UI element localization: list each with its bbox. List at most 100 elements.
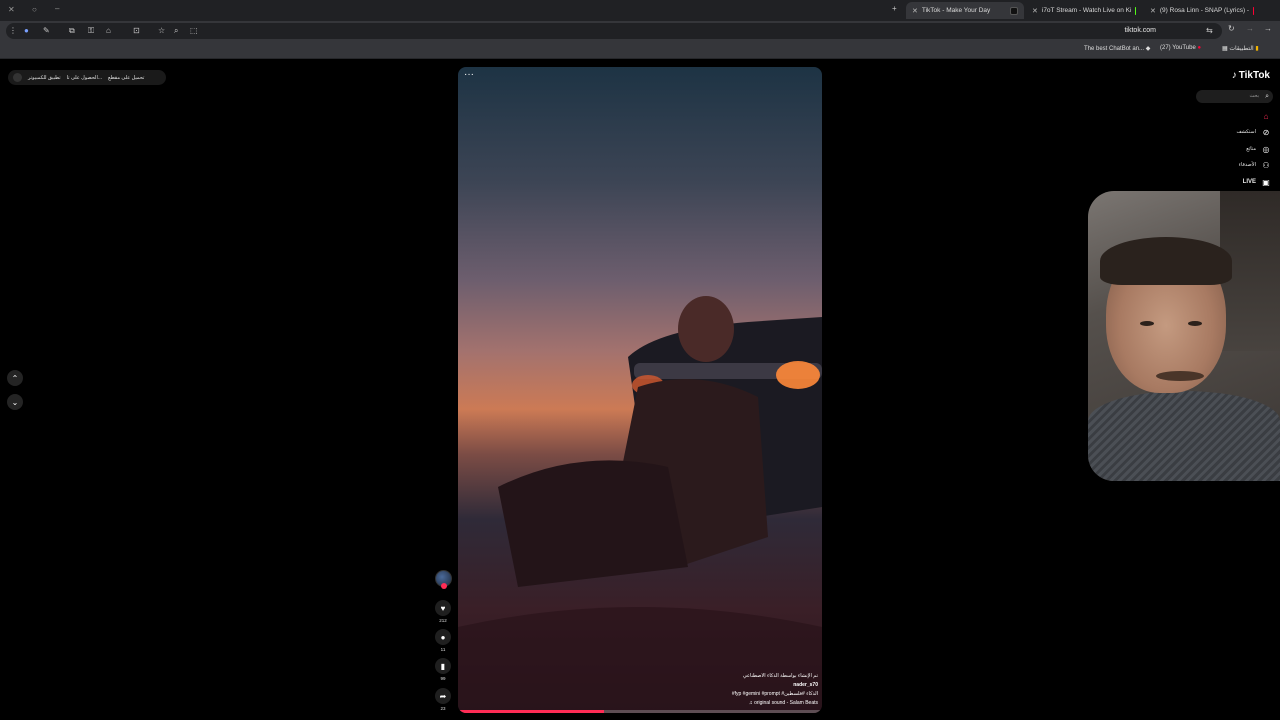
new-tab-icon[interactable]: + xyxy=(892,4,897,13)
reload-icon[interactable]: ↻ xyxy=(1228,24,1235,33)
follow-plus-icon[interactable] xyxy=(440,583,447,589)
tab-title: (9) Rosa Linn - SNAP (Lyrics) - xyxy=(1159,7,1250,14)
compass-icon: ⊘ xyxy=(1262,127,1270,137)
avatar xyxy=(434,570,452,589)
ext-item-desktop-app[interactable]: تطبيق للكمبيوتر xyxy=(28,75,61,81)
restore-icon[interactable]: – xyxy=(55,4,59,13)
sidebar-item-following[interactable]: متابَع ◎ xyxy=(1246,144,1271,154)
minimize-icon[interactable]: ○ xyxy=(32,5,37,14)
site-settings-icon[interactable]: ⇆ xyxy=(1206,26,1213,35)
forward-icon[interactable]: → xyxy=(1264,24,1272,33)
youtube-icon: ● xyxy=(1197,45,1202,51)
sidebar-item-live[interactable]: LIVE ▣ xyxy=(1243,177,1271,187)
tiktok-page: تطبيق للكمبيوتر الحصول على تا... تحميل ع… xyxy=(0,60,1280,720)
video-hashtags[interactable]: #fyp #gemini #prompt #الذكاء #فلسطين xyxy=(732,690,818,699)
tiktok-favicon-icon xyxy=(1010,6,1018,15)
menu-dots-icon[interactable]: ⋮ xyxy=(9,26,17,35)
tiktok-logo[interactable]: ♪ TikTok xyxy=(1232,70,1270,81)
previous-video-button[interactable]: ⌃ xyxy=(7,370,23,386)
like-count: 212 xyxy=(439,618,447,623)
close-tab-icon[interactable]: ✕ xyxy=(1150,7,1156,15)
video-username[interactable]: nader_s70 xyxy=(732,681,818,690)
bookmarks-bar: The best ChatBot an... ◆ (27) YouTube ● … xyxy=(0,41,1280,59)
sidebar-item-label: متابَع xyxy=(1246,146,1256,152)
webcam-overlay xyxy=(1088,191,1280,481)
webcam-person-sweater xyxy=(1088,391,1280,481)
share-arrow-icon: ➦ xyxy=(439,691,447,701)
next-video-button[interactable]: ⌄ xyxy=(7,394,23,410)
sidebar-item-label: LIVE xyxy=(1242,179,1256,185)
webcam-person-hair xyxy=(1100,237,1232,285)
webcam-person-eye xyxy=(1140,321,1154,326)
chevron-up-icon: ⌃ xyxy=(11,373,19,383)
sidebar-item-label: استكشف xyxy=(1236,129,1257,135)
webcam-person-mustache xyxy=(1156,371,1204,381)
heart-icon: ♥ xyxy=(440,603,446,613)
password-icon[interactable]: ⚿ xyxy=(88,26,94,36)
back-icon[interactable]: → xyxy=(1246,24,1254,33)
save-count: 99 xyxy=(440,676,446,681)
bookmark-icon: ▮ xyxy=(440,661,446,671)
like-button[interactable]: ♥ 212 xyxy=(433,600,453,623)
following-icon: ◎ xyxy=(1262,144,1270,154)
bookmark-chatbot[interactable]: The best ChatBot an... ◆ xyxy=(1084,45,1150,52)
translate-icon[interactable]: ⧉ xyxy=(69,26,75,36)
bookmark-label: التطبيقات xyxy=(1229,46,1254,52)
close-window-icon[interactable]: ✕ xyxy=(8,5,15,14)
video-progress-bar[interactable] xyxy=(458,710,822,713)
close-tab-icon[interactable]: ✕ xyxy=(912,7,918,15)
bookmark-label: (27) YouTube xyxy=(1160,45,1196,51)
tab-title: i7oT Stream - Watch Live on Ki xyxy=(1041,7,1132,14)
comment-count: 11 xyxy=(440,647,446,652)
screenshot-icon[interactable]: ⬚ xyxy=(190,26,198,35)
apps-grid-icon: ▦ xyxy=(1222,46,1228,52)
search-input[interactable]: بحث ⌕ xyxy=(1196,90,1273,103)
home-icon: ⌂ xyxy=(1263,111,1269,121)
extension-icon[interactable]: ✎ xyxy=(43,26,50,35)
video-player[interactable]: ··· تم الإنشاء بواسطة الذكاء الاصطناعي n… xyxy=(458,67,822,713)
profile-icon[interactable]: ● xyxy=(24,26,29,35)
creator-avatar-button[interactable] xyxy=(433,570,453,589)
ext-item-get[interactable]: الحصول على تا... xyxy=(67,75,102,81)
tab-kick-stream[interactable]: ✕ i7oT Stream - Watch Live on Ki xyxy=(1026,2,1142,19)
chatbot-icon: ◆ xyxy=(1145,46,1151,52)
save-icon[interactable]: ⌂ xyxy=(106,26,111,35)
bookmark-youtube[interactable]: (27) YouTube ● xyxy=(1160,45,1201,51)
kick-favicon-icon xyxy=(1135,6,1136,15)
tiktok-note-icon: ♪ xyxy=(1231,70,1237,81)
logo-text: TikTok xyxy=(1238,70,1270,81)
more-options-button[interactable]: ··· xyxy=(464,69,474,80)
youtube-favicon-icon xyxy=(1253,6,1254,15)
extension-bar: تطبيق للكمبيوتر الحصول على تا... تحميل ع… xyxy=(8,70,166,85)
browser-toolbar: ⋮ ● ✎ ⧉ ⚿ ⌂ ⊡ ☆ ⌕ ⬚ tiktok.com ⇆ ↻ → → xyxy=(0,21,1280,41)
sidebar-item-label: الأصدقاء xyxy=(1238,162,1256,168)
tab-youtube[interactable]: ✕ (9) Rosa Linn - SNAP (Lyrics) - xyxy=(1144,2,1260,19)
ext-item-download[interactable]: تحميل على مقطع xyxy=(108,75,144,81)
sidebar-item-home[interactable]: ⌂ xyxy=(1256,111,1271,121)
share-button[interactable]: ➦ 23 xyxy=(433,688,453,711)
install-app-icon[interactable]: ⊡ xyxy=(133,26,140,35)
save-button[interactable]: ▮ 99 xyxy=(433,658,453,681)
sidebar-item-friends[interactable]: الأصدقاء ⚇ xyxy=(1239,160,1271,170)
url-text: tiktok.com xyxy=(1124,27,1156,34)
chevron-down-icon: ⌄ xyxy=(11,397,19,407)
tab-tiktok[interactable]: ✕ TikTok - Make Your Day xyxy=(906,2,1024,19)
ai-generated-label: تم الإنشاء بواسطة الذكاء الاصطناعي xyxy=(742,673,818,679)
bookmark-apps[interactable]: ▦ التطبيقات ▮ xyxy=(1222,45,1259,52)
live-icon: ▣ xyxy=(1262,177,1270,187)
sidebar-item-explore[interactable]: استكشف ⊘ xyxy=(1237,127,1272,137)
video-sound[interactable]: ♫ original sound - Salam Beats xyxy=(732,699,818,708)
comment-button[interactable]: ● 11 xyxy=(433,629,453,652)
bookmark-label: The best ChatBot an... xyxy=(1084,46,1145,52)
browser-tab-strip: ✕ ○ – + ✕ TikTok - Make Your Day ✕ i7oT … xyxy=(0,0,1280,21)
close-tab-icon[interactable]: ✕ xyxy=(1032,7,1038,15)
tab-title: TikTok - Make Your Day xyxy=(921,7,991,14)
share-count: 23 xyxy=(440,706,446,711)
video-scene xyxy=(458,296,822,713)
address-bar[interactable]: ⋮ ● ✎ ⧉ ⚿ ⌂ ⊡ ☆ ⌕ ⬚ tiktok.com ⇆ xyxy=(6,23,1222,39)
zoom-icon[interactable]: ⌕ xyxy=(174,26,178,36)
extension-toggle-icon[interactable] xyxy=(13,73,22,82)
bookmark-star-icon[interactable]: ☆ xyxy=(158,26,165,35)
search-icon[interactable]: ⌕ xyxy=(1265,90,1269,103)
friends-icon: ⚇ xyxy=(1262,160,1270,170)
